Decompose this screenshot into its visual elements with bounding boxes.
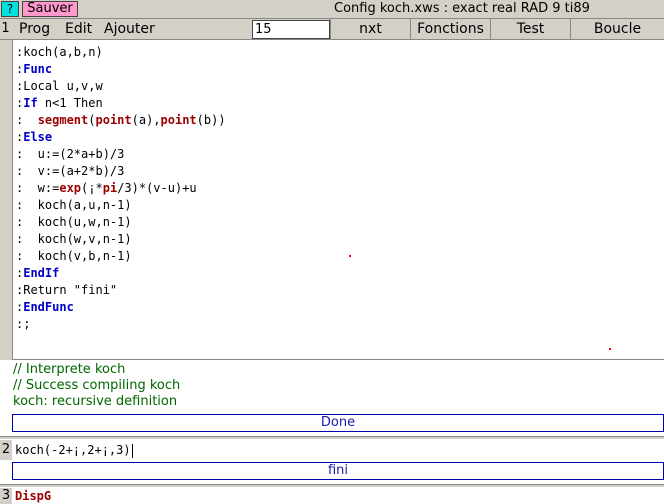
keyword-token: EndFunc <box>23 300 74 314</box>
graphic-dot <box>349 255 351 257</box>
code-token: : w:= <box>16 181 60 195</box>
result-fini[interactable]: fini <box>12 462 664 480</box>
keyword-token: Else <box>23 130 53 144</box>
code-line[interactable]: :Func <box>16 61 226 78</box>
code-line[interactable]: :EndIf <box>16 265 226 282</box>
keyword-token: Func <box>23 62 53 76</box>
message-line: // Success compiling koch <box>13 378 181 393</box>
code-token: : v:=(a+2*b)/3 <box>16 164 125 178</box>
code-line[interactable]: :koch(a,b,n) <box>16 44 226 61</box>
code-token: :Return "fini" <box>16 283 118 297</box>
graphic-dot <box>609 348 611 350</box>
fonctions-button[interactable]: Fonctions <box>410 19 490 39</box>
code-line[interactable]: :Else <box>16 129 226 146</box>
code-token: :koch(a,b,n) <box>16 45 103 59</box>
menu-bar: 1 Prog Edit Ajouter nxt Fonctions Test B… <box>0 18 664 40</box>
menu-ajouter[interactable]: Ajouter <box>104 19 155 39</box>
editor-gutter <box>0 40 12 360</box>
code-token: : koch(u,w,n-1) <box>16 215 132 229</box>
command-input-2[interactable]: koch(-2+¡,2+¡,3) <box>12 440 664 460</box>
code-token: : koch(w,v,n-1) <box>16 232 132 246</box>
command-text-2: koch(-2+¡,2+¡,3) <box>15 443 131 457</box>
code-token: /3)*(v-u)+u <box>117 181 197 195</box>
code-token: : <box>16 113 38 127</box>
code-line[interactable]: : koch(a,u,n-1) <box>16 197 226 214</box>
code-line[interactable]: :Return "fini" <box>16 282 226 299</box>
menu-prog[interactable]: Prog <box>19 19 50 39</box>
config-title: Config koch.xws : exact real RAD 9 ti89 <box>334 1 590 16</box>
keyword-token: If <box>23 96 38 110</box>
row-number-2[interactable]: 2 <box>0 440 12 460</box>
code-text[interactable]: :koch(a,b,n):Func:Local u,v,w:If n<1 The… <box>16 44 226 333</box>
code-line[interactable]: : segment(point(a),point(b)) <box>16 112 226 129</box>
result-done[interactable]: Done <box>12 414 664 432</box>
function-token: pi <box>102 181 118 195</box>
code-line[interactable]: :EndFunc <box>16 299 226 316</box>
row-separator[interactable] <box>0 436 664 439</box>
keyword-token: EndIf <box>23 266 60 280</box>
compile-messages: // Interprete koch // Success compiling … <box>12 362 664 414</box>
function-token: exp <box>59 181 82 195</box>
code-token: : koch(v,b,n-1) <box>16 249 132 263</box>
message-line: // Interprete koch <box>13 362 126 377</box>
command-input-3[interactable]: DispG <box>12 488 664 504</box>
help-button[interactable]: ? <box>1 1 19 17</box>
level-input[interactable] <box>252 20 330 39</box>
code-line[interactable]: : w:=exp(¡*pi/3)*(v-u)+u <box>16 180 226 197</box>
boucle-button[interactable]: Boucle <box>570 19 664 39</box>
nxt-button[interactable]: nxt <box>330 19 410 39</box>
code-line[interactable]: :If n<1 Then <box>16 95 226 112</box>
row-number-1: 1 <box>1 21 10 36</box>
save-button[interactable]: Sauver <box>22 1 78 17</box>
code-line[interactable]: : koch(v,b,n-1) <box>16 248 226 265</box>
title-bar: ? Sauver Config koch.xws : exact real RA… <box>0 0 664 18</box>
row-number-3[interactable]: 3 <box>0 488 12 504</box>
function-token: segment <box>37 113 89 127</box>
menu-edit[interactable]: Edit <box>65 19 92 39</box>
function-token: point <box>95 113 132 127</box>
program-editor[interactable]: :koch(a,b,n):Func:Local u,v,w:If n<1 The… <box>12 40 664 360</box>
code-token: : koch(a,u,n-1) <box>16 198 132 212</box>
code-token: (¡* <box>81 181 103 195</box>
text-caret <box>131 443 133 458</box>
code-token: :; <box>16 317 31 331</box>
row-separator[interactable] <box>0 484 664 487</box>
code-token: n<1 Then <box>37 96 103 110</box>
function-token: point <box>160 113 197 127</box>
code-line[interactable]: : v:=(a+2*b)/3 <box>16 163 226 180</box>
code-token: ( <box>88 113 96 127</box>
code-line[interactable]: :; <box>16 316 226 333</box>
code-token: :Local u,v,w <box>16 79 103 93</box>
code-line[interactable]: : koch(u,w,n-1) <box>16 214 226 231</box>
message-line: koch: recursive definition <box>13 394 178 409</box>
code-line[interactable]: :Local u,v,w <box>16 78 226 95</box>
test-button[interactable]: Test <box>490 19 570 39</box>
code-line[interactable]: : u:=(2*a+b)/3 <box>16 146 226 163</box>
code-token: (a), <box>131 113 161 127</box>
code-line[interactable]: : koch(w,v,n-1) <box>16 231 226 248</box>
code-token: (b)) <box>196 113 226 127</box>
code-token: : u:=(2*a+b)/3 <box>16 147 125 161</box>
